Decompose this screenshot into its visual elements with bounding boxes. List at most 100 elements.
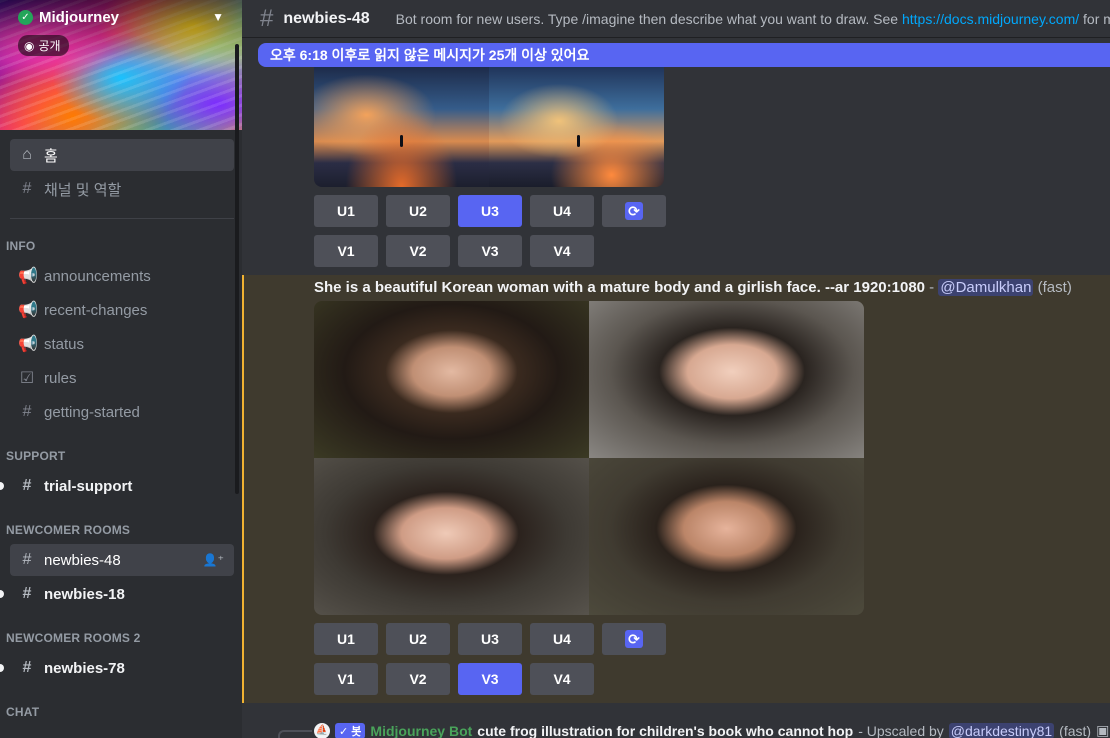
sidebar-item-recent-changes[interactable]: 📢 recent-changes — [10, 294, 234, 326]
server-name: Midjourney — [39, 9, 120, 26]
sidebar-item-label: recent-changes — [44, 301, 148, 319]
sidebar-item-label: newbies-18 — [44, 585, 125, 603]
variation-button-4[interactable]: V4 — [530, 235, 594, 267]
separator: - — [925, 279, 939, 296]
image-tile[interactable] — [489, 67, 664, 187]
sidebar-item-newbies-48[interactable]: # newbies-48 👤⁺ — [10, 544, 234, 576]
reroll-button[interactable]: ⟳ — [602, 623, 666, 655]
sidebar-scrollbar[interactable] — [235, 44, 239, 494]
refresh-icon: ⟳ — [625, 630, 643, 648]
topic-link[interactable]: https://docs.midjourney.com/ — [902, 11, 1079, 27]
megaphone-icon: 📢 — [18, 268, 38, 285]
hash-icon: # — [260, 4, 274, 32]
sidebar-item-channels-roles[interactable]: # 채널 및 역할 — [10, 173, 234, 205]
bot-name[interactable]: Midjourney Bot — [370, 723, 472, 738]
image-tile[interactable] — [589, 301, 864, 458]
hash-thread-icon: # — [22, 659, 32, 676]
topic-text-end: for more — [1083, 10, 1110, 27]
image-grid[interactable] — [314, 67, 664, 187]
hash-thread-icon: # — [22, 551, 32, 568]
image-grid[interactable] — [314, 301, 864, 615]
channel-topic[interactable]: Bot room for new users. Type /imagine th… — [396, 11, 1110, 27]
sidebar-item-newbies-78[interactable]: # newbies-78 — [10, 652, 234, 684]
upscale-button-4[interactable]: U4 — [530, 623, 594, 655]
public-label: 공개 — [38, 39, 61, 53]
megaphone-icon: 📢 — [18, 302, 38, 319]
image-icon: ▣ — [1096, 722, 1110, 738]
sidebar-item-label: status — [44, 335, 85, 353]
variation-button-1[interactable]: V1 — [314, 663, 378, 695]
unread-indicator — [0, 482, 4, 490]
refresh-icon: ⟳ — [625, 202, 643, 220]
image-tile[interactable] — [314, 458, 589, 615]
sidebar-item-getting-started[interactable]: # getting-started — [10, 396, 234, 428]
upscale-button-2[interactable]: U2 — [386, 195, 450, 227]
sidebar-item-label: trial-support — [44, 477, 133, 495]
variation-button-4[interactable]: V4 — [530, 663, 594, 695]
sidebar-item-label: newbies-48 — [44, 551, 121, 569]
channel-name: newbies-48 — [283, 9, 370, 27]
prompt-text: cute frog illustration for children's bo… — [477, 722, 854, 738]
new-messages-bar[interactable]: 오후 6:18 이후로 읽지 않은 메시지가 25개 이상 있어요 — [258, 43, 1110, 67]
server-banner[interactable]: ✓ Midjourney ▼ ◉ 공개 — [0, 0, 242, 130]
chevron-down-icon[interactable]: ▼ — [212, 10, 224, 24]
reroll-button[interactable]: ⟳ — [602, 195, 666, 227]
upscale-button-3[interactable]: U3 — [458, 623, 522, 655]
hash-icon: # — [22, 403, 32, 420]
upscale-button-3[interactable]: U3 — [458, 195, 522, 227]
sidebar-divider — [10, 218, 234, 219]
server-sidebar: ✓ Midjourney ▼ ◉ 공개 ⌂ 홈 # 채널 및 역할 INFO 📢… — [0, 0, 242, 738]
category-newcomer-rooms-2[interactable]: NEWCOMER ROOMS 2 — [6, 631, 141, 645]
speed-label: (fast) — [1037, 279, 1072, 296]
bot-tag: ✓ 봇 — [335, 722, 366, 738]
user-mention[interactable]: @darkdestiny81 — [948, 722, 1055, 738]
image-tile[interactable] — [314, 67, 489, 187]
user-mention[interactable]: @Damulkhan — [938, 279, 1034, 296]
variation-button-3[interactable]: V3 — [458, 663, 522, 695]
upscale-button-1[interactable]: U1 — [314, 623, 378, 655]
silhouette — [577, 135, 580, 147]
sidebar-item-home[interactable]: ⌂ 홈 — [10, 139, 234, 171]
prompt-text: She is a beautiful Korean woman with a m… — [314, 279, 926, 296]
action-text: - Upscaled by — [858, 722, 944, 738]
sidebar-item-newbies-18[interactable]: # newbies-18 — [10, 578, 234, 610]
sidebar-item-label: rules — [44, 369, 77, 387]
check-circle-icon: ✓ — [18, 10, 33, 25]
upscale-button-2[interactable]: U2 — [386, 623, 450, 655]
upscale-button-1[interactable]: U1 — [314, 195, 378, 227]
hash-icon: # — [22, 477, 32, 494]
topic-text: Bot room for new users. Type /imagine th… — [395, 10, 902, 27]
reply-reference[interactable]: ⛵ ✓ 봇 Midjourney Bot cute frog illustrat… — [278, 722, 1109, 738]
variation-button-3[interactable]: V3 — [458, 235, 522, 267]
channel-header: # newbies-48 Bot room for new users. Typ… — [242, 0, 1110, 38]
server-name-button[interactable]: ✓ Midjourney — [18, 9, 119, 26]
message-content: She is a beautiful Korean woman with a m… — [314, 278, 1072, 298]
upscale-button-4[interactable]: U4 — [530, 195, 594, 227]
new-messages-label: 오후 6:18 이후로 읽지 않은 메시지가 25개 이상 있어요 — [270, 47, 590, 63]
add-member-icon[interactable]: 👤⁺ — [203, 553, 224, 567]
category-info[interactable]: INFO — [6, 239, 35, 253]
image-tile[interactable] — [589, 458, 864, 615]
variation-button-2[interactable]: V2 — [386, 663, 450, 695]
unread-indicator — [0, 590, 4, 598]
channel-browse-icon: # — [22, 180, 32, 197]
home-icon: ⌂ — [22, 146, 32, 163]
image-tile[interactable] — [314, 301, 589, 458]
category-newcomer-rooms[interactable]: NEWCOMER ROOMS — [6, 523, 130, 537]
sidebar-item-label: 채널 및 역할 — [44, 181, 122, 199]
bot-avatar[interactable]: ⛵ — [314, 722, 330, 738]
sidebar-item-announcements[interactable]: 📢 announcements — [10, 260, 234, 292]
sidebar-item-rules[interactable]: ☑ rules — [10, 362, 234, 394]
sidebar-item-label: announcements — [44, 267, 151, 285]
category-chat[interactable]: CHAT — [6, 705, 39, 719]
variation-button-2[interactable]: V2 — [386, 235, 450, 267]
sidebar-item-label: getting-started — [44, 403, 140, 421]
variation-button-1[interactable]: V1 — [314, 235, 378, 267]
globe-icon: ◉ — [24, 38, 35, 53]
sidebar-item-label: newbies-78 — [44, 659, 125, 677]
category-support[interactable]: SUPPORT — [6, 449, 65, 463]
sidebar-item-status[interactable]: 📢 status — [10, 328, 234, 360]
hash-thread-icon: # — [22, 585, 32, 602]
sidebar-item-trial-support[interactable]: # trial-support — [10, 470, 234, 502]
megaphone-icon: 📢 — [18, 336, 38, 353]
